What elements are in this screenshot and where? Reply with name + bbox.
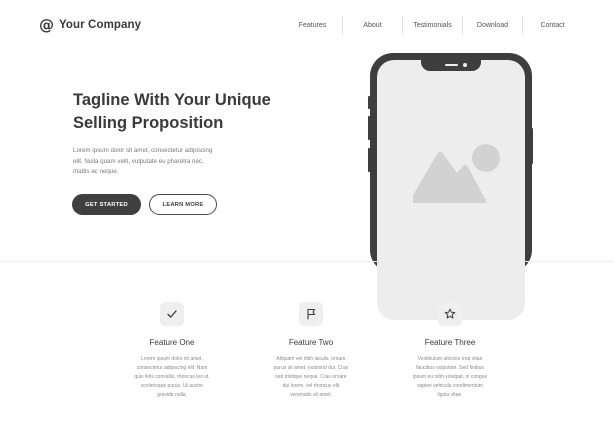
flag-icon — [307, 308, 316, 320]
company-logo[interactable]: @ Your Company — [39, 16, 141, 34]
section-divider — [0, 261, 614, 262]
hero-description-line: mattis ac neque. — [73, 168, 119, 175]
feature-card-two: Feature Two Aliquam vel nibh iaculis, or… — [256, 302, 366, 400]
phone-mockup — [370, 53, 532, 320]
feature-title: Feature Three — [424, 338, 476, 347]
feature-icon-box — [438, 302, 462, 326]
feature-description-line: Aliquam vel nibh iaculis, ornare — [276, 356, 346, 362]
nav-item-download[interactable]: Download — [463, 16, 522, 35]
learn-more-button[interactable]: LEARN MORE — [149, 194, 217, 215]
hero-title-line: Selling Proposition — [73, 114, 224, 132]
company-name: Your Company — [59, 19, 142, 31]
feature-description-line: sed tristique neque. Cras ornare — [275, 374, 347, 380]
feature-description-line: gravida nulla. — [157, 392, 187, 398]
feature-description: Aliquam vel nibh iaculis, ornare purus s… — [256, 355, 366, 400]
feature-description-line: venenatis sit amet. — [290, 392, 332, 398]
feature-description-line: dui lorem, vel rhoncus elit — [282, 383, 340, 389]
phone-camera — [463, 63, 467, 67]
nav-item-about[interactable]: About — [343, 16, 402, 35]
image-placeholder-icon — [413, 144, 500, 203]
feature-title: Feature Two — [288, 338, 334, 347]
phone-speaker — [445, 64, 458, 66]
feature-description-line: purus sit amet, euismod dui. Cras — [273, 365, 349, 371]
feature-description-line: ipsum eu nibh volutpat, in congue — [412, 374, 488, 380]
star-icon — [444, 308, 456, 319]
feature-card-one: Feature One Lorem ipsum dolor sit amet, … — [117, 302, 227, 400]
feature-icon-box — [160, 302, 184, 326]
feature-description-line: Lorem ipsum dolor sit amet, — [141, 356, 203, 362]
nav-item-testimonials[interactable]: Testimonials — [403, 16, 462, 35]
feature-description: Lorem ipsum dolor sit amet, consectetur … — [117, 355, 227, 400]
phone-screen — [377, 60, 525, 320]
hero-title-line: Tagline With Your Unique — [73, 91, 271, 109]
feature-description-line: scelerisque purus. Ut auctor — [140, 383, 204, 389]
feature-description-line: Vestibulum ultricies erat vitae — [417, 356, 483, 362]
hero-title: Tagline With Your Unique Selling Proposi… — [73, 89, 303, 135]
feature-title: Feature One — [149, 338, 195, 347]
feature-icon-box — [299, 302, 323, 326]
feature-description-line: faucibus vulputate. Sed finibus — [416, 365, 484, 371]
nav-item-features[interactable]: Features — [283, 16, 342, 35]
check-icon — [167, 310, 177, 318]
feature-card-three: Feature Three Vestibulum ultricies erat … — [395, 302, 505, 400]
feature-description-line: ligula vitae. — [437, 392, 463, 398]
feature-description-line: sapien vehicula condimentum — [417, 383, 483, 389]
nav-item-contact[interactable]: Contact — [523, 16, 582, 35]
hero-description-line: elit. Nulla quam velit, vulputate eu pha… — [73, 157, 204, 165]
feature-description-line: quis felis convallis, rhoncus leo id, — [134, 374, 210, 380]
feature-description: Vestibulum ultricies erat vitae faucibus… — [395, 355, 505, 400]
phone-notch — [421, 60, 481, 71]
at-sign-icon: @ — [39, 15, 54, 34]
hero-description-line: Lorem ipsum dolor sit amet, consectetur … — [73, 147, 213, 154]
get-started-button[interactable]: GET STARTED — [72, 194, 141, 215]
hero-description: Lorem ipsum dolor sit amet, consectetur … — [73, 146, 243, 178]
feature-description-line: consectetur adipiscing elit. Nam — [136, 365, 208, 371]
main-nav: Features About Testimonials Download Con… — [283, 16, 582, 35]
